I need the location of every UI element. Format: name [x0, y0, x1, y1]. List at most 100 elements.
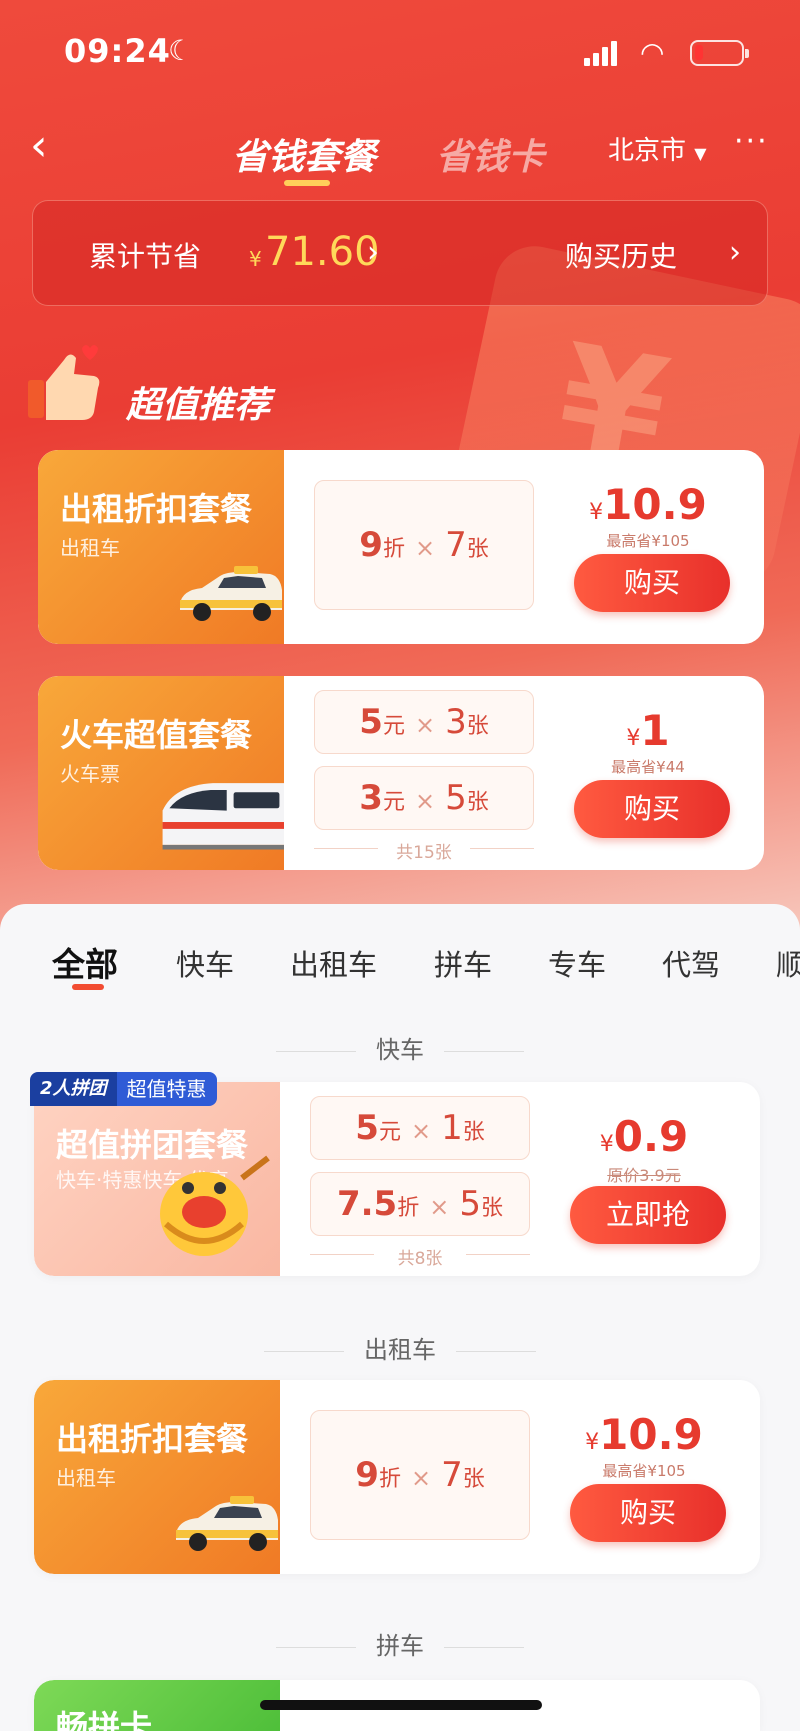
back-button[interactable]: ‹	[30, 120, 48, 171]
package-card[interactable]: 超值拼团套餐 快车·特惠快车·优享 5元 × 1张 7.5折 × 5张 共8张 ¥0.9…	[34, 1082, 760, 1276]
mascot-icon	[160, 1155, 270, 1256]
top-nav: ‹ 省钱套餐 省钱卡 北京市 ▼ ···	[0, 110, 800, 190]
package-banner: 火车超值套餐 火车票	[38, 676, 284, 870]
price-value: 10.9	[603, 480, 707, 529]
coupon-count-unit: 张	[480, 1196, 503, 1221]
price-currency: ¥	[599, 1132, 614, 1157]
category-tab-express[interactable]: 快车	[176, 942, 234, 984]
coupon-ticket: 5元 × 1张	[310, 1096, 530, 1160]
max-saving-note: 最高省¥105	[606, 532, 690, 550]
package-card[interactable]: 出租折扣套餐 出租车 9折 × 7张 ¥10.9 最高省¥105 购买	[34, 1380, 760, 1574]
section-label: 快车	[0, 1030, 800, 1065]
coupon-ticket: 9折 × 7张	[314, 480, 534, 610]
status-bar: 09:24 ☾ ◠	[0, 0, 800, 100]
coupon-total: 共15张	[314, 838, 534, 863]
coupon-unit: 元	[382, 714, 405, 739]
package-subtitle: 出租车	[56, 1466, 116, 1490]
coupon-count: 5	[459, 1184, 481, 1224]
section-label-text: 快车	[376, 1036, 424, 1064]
coupon-count: 7	[441, 1455, 463, 1495]
buy-button[interactable]: 购买	[574, 554, 730, 612]
price-value: 1	[640, 706, 670, 755]
package-price: ¥0.9	[544, 1112, 744, 1161]
coupon-count-unit: 张	[462, 1120, 485, 1145]
package-subtitle: 出租车	[60, 536, 120, 560]
coupon-value: 7.5	[336, 1184, 398, 1224]
grab-now-button[interactable]: 立即抢	[570, 1186, 726, 1244]
savings-amount[interactable]: 71.60	[265, 229, 380, 275]
category-tab-hitch[interactable]: 顺	[776, 942, 800, 984]
thumbs-up-icon	[28, 345, 100, 420]
moon-icon: ☾	[168, 34, 194, 67]
tab-underline	[284, 180, 330, 186]
recommend-title: 超值推荐	[126, 385, 271, 426]
price-currency: ¥	[585, 1430, 600, 1455]
category-tab-premier[interactable]: 专车	[548, 942, 606, 984]
section-label-text: 出租车	[364, 1336, 436, 1364]
coupon-count-unit: 张	[466, 537, 489, 562]
category-tab-taxi[interactable]: 出租车	[290, 942, 377, 984]
times-icon: ×	[414, 787, 436, 815]
section-label-text: 拼车	[376, 1632, 424, 1660]
price-value: 10.9	[599, 1410, 703, 1459]
package-card[interactable]: 火车超值套餐 火车票 5元 × 3张 3元 × 5张 共15张 ¥1 最高省¥44 购买	[38, 676, 764, 870]
signal-icon	[584, 40, 620, 66]
tab-saving-package[interactable]: 省钱套餐	[232, 128, 376, 180]
section-label: 出租车	[0, 1330, 800, 1365]
package-card[interactable]: 出租折扣套餐 出租车 9折 × 7张 ¥10.9 最高省¥105 购买	[38, 450, 764, 644]
times-icon: ×	[410, 1464, 432, 1492]
coupon-count: 3	[445, 702, 467, 742]
category-tab-driver[interactable]: 代驾	[662, 942, 720, 984]
section-label: 拼车	[0, 1626, 800, 1661]
package-list-sheet: 全部 快车 出租车 拼车 专车 代驾 顺	[0, 904, 800, 1731]
package-banner: 出租折扣套餐 出租车	[38, 450, 284, 644]
coupon-total: 共8张	[310, 1244, 530, 1269]
coupon-ticket: 7.5折 × 5张	[310, 1172, 530, 1236]
taxi-icon	[176, 1496, 278, 1551]
times-icon: ×	[414, 534, 436, 562]
savings-label: 累计节省	[89, 240, 202, 273]
coupon-count: 7	[445, 525, 467, 565]
max-saving-note: 最高省¥105	[602, 1462, 686, 1480]
city-selector[interactable]: 北京市 ▼	[608, 130, 707, 167]
package-price: ¥10.9	[548, 480, 748, 529]
caret-down-icon: ▼	[694, 144, 707, 163]
buy-button[interactable]: 购买	[574, 780, 730, 838]
category-tabs: 全部 快车 出租车 拼车 专车 代驾 顺	[0, 934, 800, 1004]
chevron-right-icon[interactable]: ›	[367, 235, 379, 270]
coupon-value: 9	[355, 1455, 379, 1495]
package-banner: 超值拼团套餐 快车·特惠快车·优享	[34, 1082, 280, 1276]
coupon-ticket: 9折 × 7张	[310, 1410, 530, 1540]
category-tab-all[interactable]: 全部	[52, 938, 118, 986]
category-tab-carpool[interactable]: 拼车	[434, 942, 492, 984]
chevron-right-icon[interactable]: ›	[729, 235, 741, 270]
tab-saving-card[interactable]: 省钱卡	[436, 128, 544, 180]
group-buy-badge: 2人拼团 超值特惠	[30, 1072, 217, 1106]
package-subtitle: 火车票	[60, 762, 120, 786]
package-price: ¥1	[548, 706, 748, 755]
times-icon: ×	[429, 1193, 450, 1221]
city-label: 北京市	[608, 136, 687, 166]
package-price: ¥10.9	[544, 1410, 744, 1459]
category-underline	[72, 984, 104, 990]
times-icon: ×	[414, 711, 436, 739]
battery-icon	[690, 40, 749, 66]
coupon-unit: 折	[378, 1467, 401, 1492]
coupon-value: 5	[355, 1108, 379, 1148]
taxi-icon	[180, 566, 282, 621]
price-value: 0.9	[613, 1112, 689, 1161]
coupon-count-unit: 张	[466, 714, 489, 739]
coupon-unit: 元	[382, 790, 405, 815]
price-currency: ¥	[626, 726, 641, 751]
purchase-history-link[interactable]: 购买历史	[565, 235, 677, 275]
coupon-value: 9	[359, 525, 383, 565]
original-price-note: 原价3.9元	[607, 1166, 681, 1185]
package-title: 畅拼卡	[56, 1708, 153, 1731]
coupon-count: 1	[441, 1108, 463, 1148]
buy-button[interactable]: 购买	[570, 1484, 726, 1542]
price-currency: ¥	[589, 500, 604, 525]
max-saving-note: 最高省¥44	[611, 758, 685, 776]
status-time: 09:24	[64, 32, 171, 70]
group-badge-left: 2人拼团	[30, 1072, 117, 1106]
more-dots-icon[interactable]: ···	[734, 124, 769, 159]
